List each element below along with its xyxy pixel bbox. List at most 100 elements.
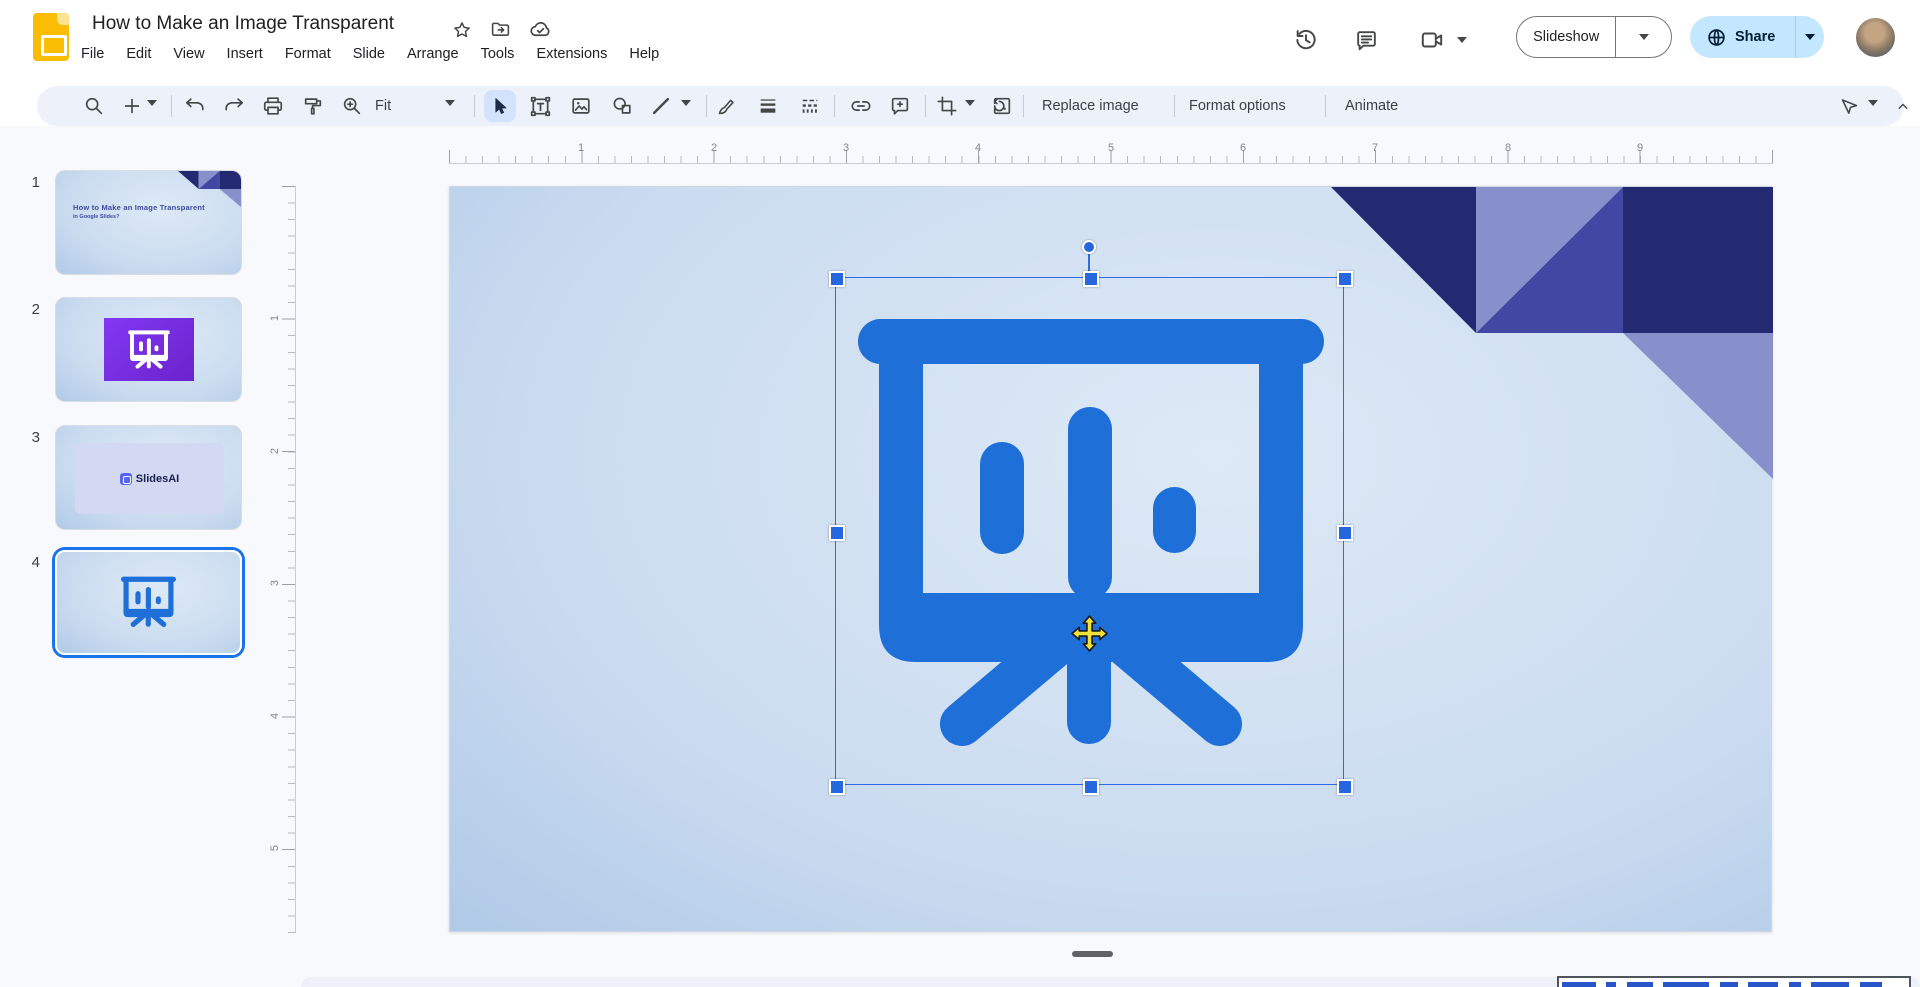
zoom-in-button[interactable] [336,90,368,122]
undo-button[interactable] [179,90,211,122]
collapse-toolbar-button[interactable] [1887,90,1919,122]
thumb3-logo-panel: SlidesAI [75,443,224,514]
v-ruler-label: 2 [269,444,281,458]
menu-arrange[interactable]: Arrange [396,44,470,64]
animate-button[interactable]: Animate [1339,86,1404,126]
zoom-fit-select[interactable]: Fit [375,86,391,126]
google-slides-window: How to Make an Image Transparent File Ed… [0,0,1920,987]
thumb4-image [57,552,240,653]
slides-logo-icon[interactable] [33,13,69,61]
toolbar-separator [1023,95,1024,117]
insert-line-button[interactable] [645,90,677,122]
slide-thumbnail-2[interactable] [55,297,242,402]
share-button-group: Share [1690,16,1824,58]
toolbar-separator [474,95,475,117]
scribble-pen-button[interactable] [710,90,742,122]
add-slide-button[interactable] [116,90,148,122]
resize-handle-s[interactable] [1083,779,1099,795]
slide-thumbnail-4-selected[interactable] [55,550,242,655]
menu-format[interactable]: Format [274,44,342,64]
slidesai-logo-text: SlidesAI [136,473,179,485]
menu-file[interactable]: File [70,44,115,64]
meet-camera-button[interactable] [1418,26,1446,54]
menu-edit[interactable]: Edit [115,44,162,64]
redo-button[interactable] [218,90,250,122]
menu-extensions[interactable]: Extensions [525,44,618,64]
line-dash-button[interactable] [794,90,826,122]
clipped-text-fragment [1720,982,1738,987]
resize-handle-n[interactable] [1083,271,1099,287]
star-icon[interactable] [452,20,472,40]
insert-image-button[interactable] [565,90,597,122]
toolbar-separator [1325,95,1326,117]
menu-insert[interactable]: Insert [216,44,274,64]
replace-image-button[interactable]: Replace image [1036,86,1145,126]
slide-thumbnail-1[interactable]: How to Make an Image Transparent in Goog… [55,170,242,275]
slideshow-button[interactable]: Slideshow [1517,29,1615,45]
slide-number-2: 2 [14,301,40,318]
version-history-button[interactable] [1292,26,1320,54]
slidesai-logo-icon [120,473,132,485]
v-ruler-label: 4 [269,709,281,723]
search-menus-button[interactable] [78,90,110,122]
crop-image-button[interactable] [931,90,963,122]
resize-handle-w[interactable] [829,525,845,541]
resize-handle-nw[interactable] [829,271,845,287]
document-title[interactable]: How to Make an Image Transparent [92,13,394,35]
slide-number-4: 4 [14,554,40,571]
clipped-text-fragment [1606,982,1616,987]
toolbar-separator [1174,95,1175,117]
mask-image-button[interactable] [986,90,1018,122]
laser-pointer-dropdown[interactable] [1868,100,1878,112]
menu-tools[interactable]: Tools [470,44,526,64]
clipped-popup [1557,976,1911,987]
header: How to Make an Image Transparent File Ed… [0,0,1920,80]
slideshow-button-group: Slideshow [1516,16,1672,58]
corner-decoration [178,171,241,207]
globe-icon [1707,28,1726,47]
zoom-fit-dropdown[interactable] [445,100,455,112]
cloud-saved-icon[interactable] [529,18,552,41]
resize-handle-ne[interactable] [1337,271,1353,287]
format-options-button[interactable]: Format options [1183,86,1292,126]
slideshow-dropdown[interactable] [1615,17,1671,57]
account-avatar[interactable] [1856,18,1895,57]
add-comment-button[interactable] [884,90,916,122]
share-dropdown[interactable] [1795,16,1824,58]
resize-handle-sw[interactable] [829,779,845,795]
chevron-down-icon [1639,34,1649,40]
insert-shape-button[interactable] [606,90,638,122]
clipped-text-fragment [1748,982,1778,987]
text-box-button[interactable] [524,90,556,122]
comments-button[interactable] [1352,26,1380,54]
meet-camera-dropdown[interactable] [1454,26,1470,54]
h-ruler-label: 9 [1629,142,1651,154]
select-tool-button[interactable] [484,90,516,122]
insert-line-dropdown[interactable] [681,100,691,112]
resize-handle-e[interactable] [1337,525,1353,541]
slide-thumbnail-3[interactable]: SlidesAI [55,425,242,530]
vertical-ruler [277,186,296,933]
laser-pointer-button[interactable] [1833,90,1865,122]
h-ruler-label: 6 [1232,142,1254,154]
menu-slide[interactable]: Slide [342,44,396,64]
add-slide-dropdown[interactable] [147,100,157,112]
share-button[interactable]: Share [1690,16,1795,58]
print-button[interactable] [257,90,289,122]
rotation-handle[interactable] [1082,240,1096,254]
crop-dropdown[interactable] [965,100,975,112]
notes-drag-handle[interactable] [1072,951,1113,957]
menu-help[interactable]: Help [618,44,670,64]
move-to-folder-icon[interactable] [490,19,511,40]
line-weight-button[interactable] [752,90,784,122]
paint-format-button[interactable] [297,90,329,122]
insert-link-button[interactable] [845,90,877,122]
v-ruler-label: 5 [269,841,281,855]
menu-view[interactable]: View [162,44,215,64]
resize-handle-se[interactable] [1337,779,1353,795]
clipped-text-fragment [1811,982,1849,987]
v-ruler-label: 3 [269,576,281,590]
thumb1-subtitle: in Google Slides? [73,214,119,220]
h-ruler-label: 3 [835,142,857,154]
presentation-board-icon [128,330,170,370]
